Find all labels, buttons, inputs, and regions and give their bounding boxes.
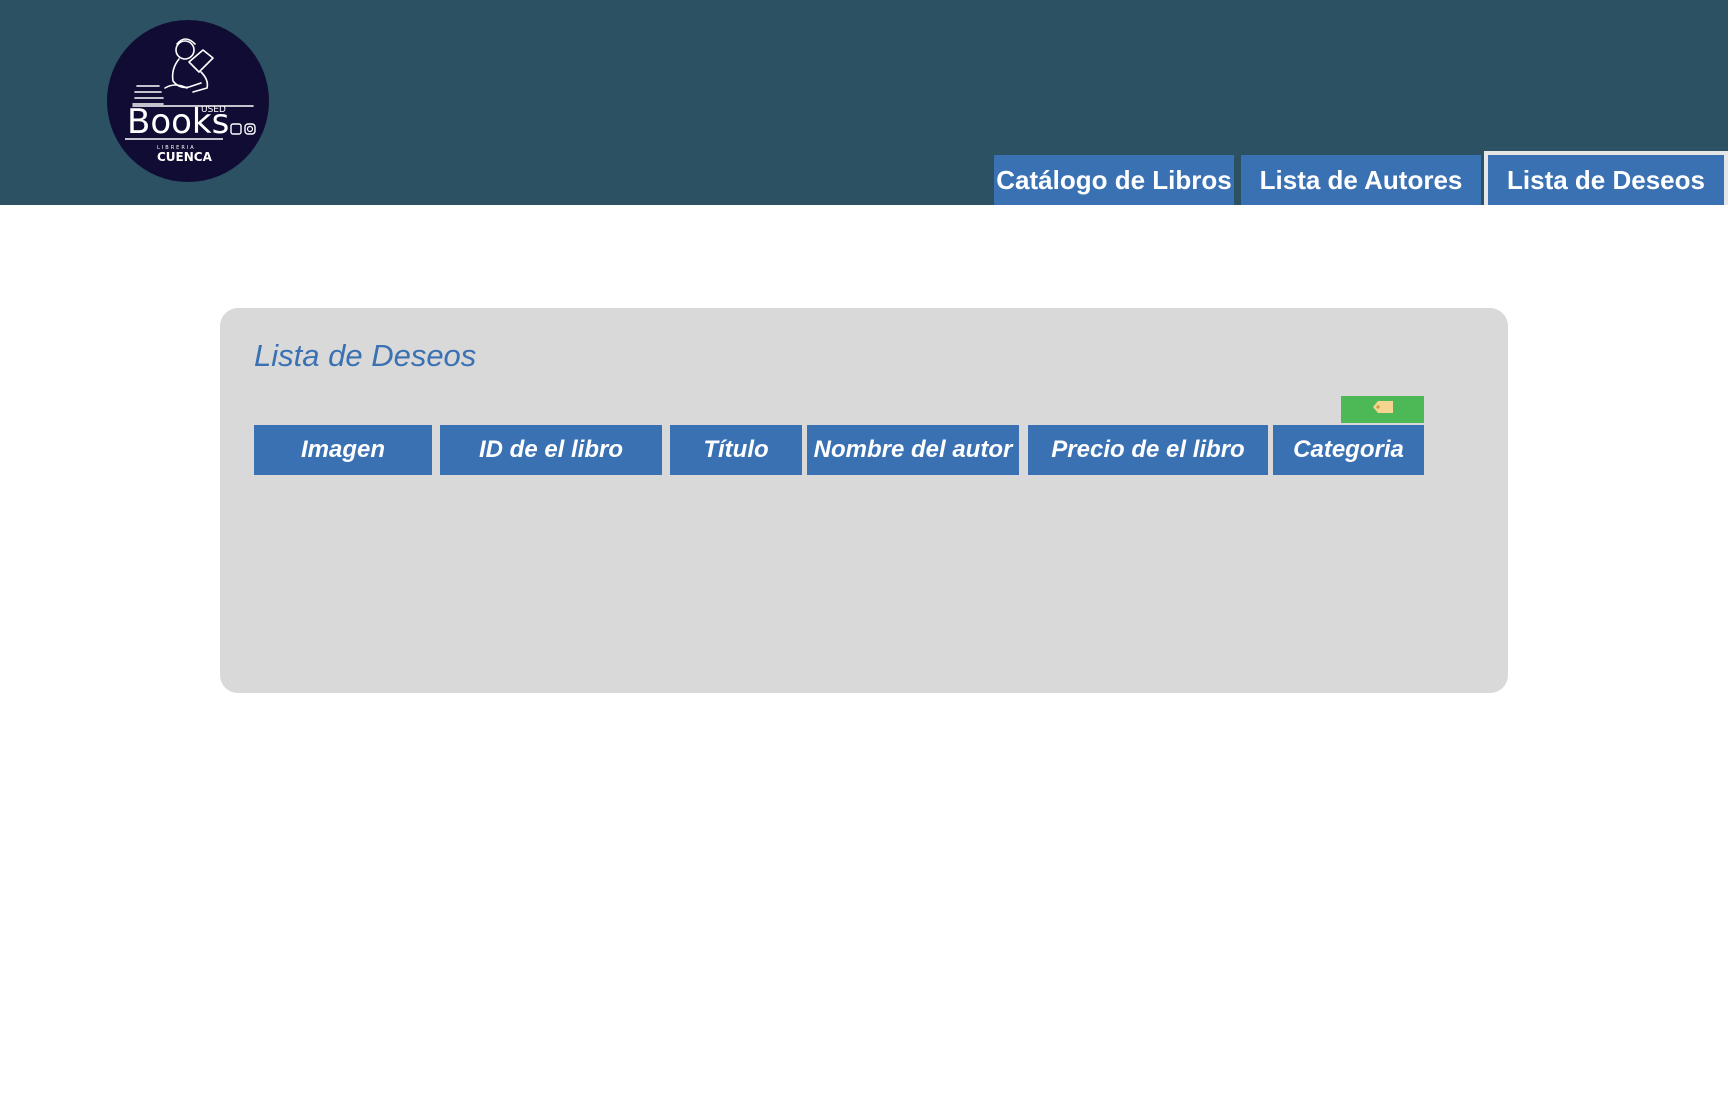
tab-lista-de-deseos[interactable]: Lista de Deseos (1484, 151, 1728, 205)
tag-icon (1372, 400, 1394, 419)
page-title: Lista de Deseos (254, 338, 477, 373)
svg-text:USED: USED (201, 105, 226, 115)
wishlist-panel: Lista de Deseos Imagen ID de el libro Tí… (220, 308, 1508, 693)
column-header-categoria: Categoria (1273, 425, 1424, 475)
tab-lista-de-autores[interactable]: Lista de Autores (1241, 155, 1481, 205)
column-header-id-libro: ID de el libro (440, 425, 662, 475)
column-header-titulo: Título (670, 425, 802, 475)
column-header-precio-libro: Precio de el libro (1028, 425, 1268, 475)
column-header-imagen: Imagen (254, 425, 432, 475)
category-tag-button[interactable] (1341, 396, 1424, 423)
column-header-nombre-autor: Nombre del autor (807, 425, 1019, 475)
tab-catalogo-de-libros[interactable]: Catálogo de Libros (994, 155, 1234, 205)
svg-text:CUENCA: CUENCA (157, 150, 213, 164)
books-used-logo[interactable]: Books USED LIBRERIA CUENCA (105, 20, 271, 182)
site-header: Books USED LIBRERIA CUENCA Catálogo de L… (0, 0, 1728, 205)
